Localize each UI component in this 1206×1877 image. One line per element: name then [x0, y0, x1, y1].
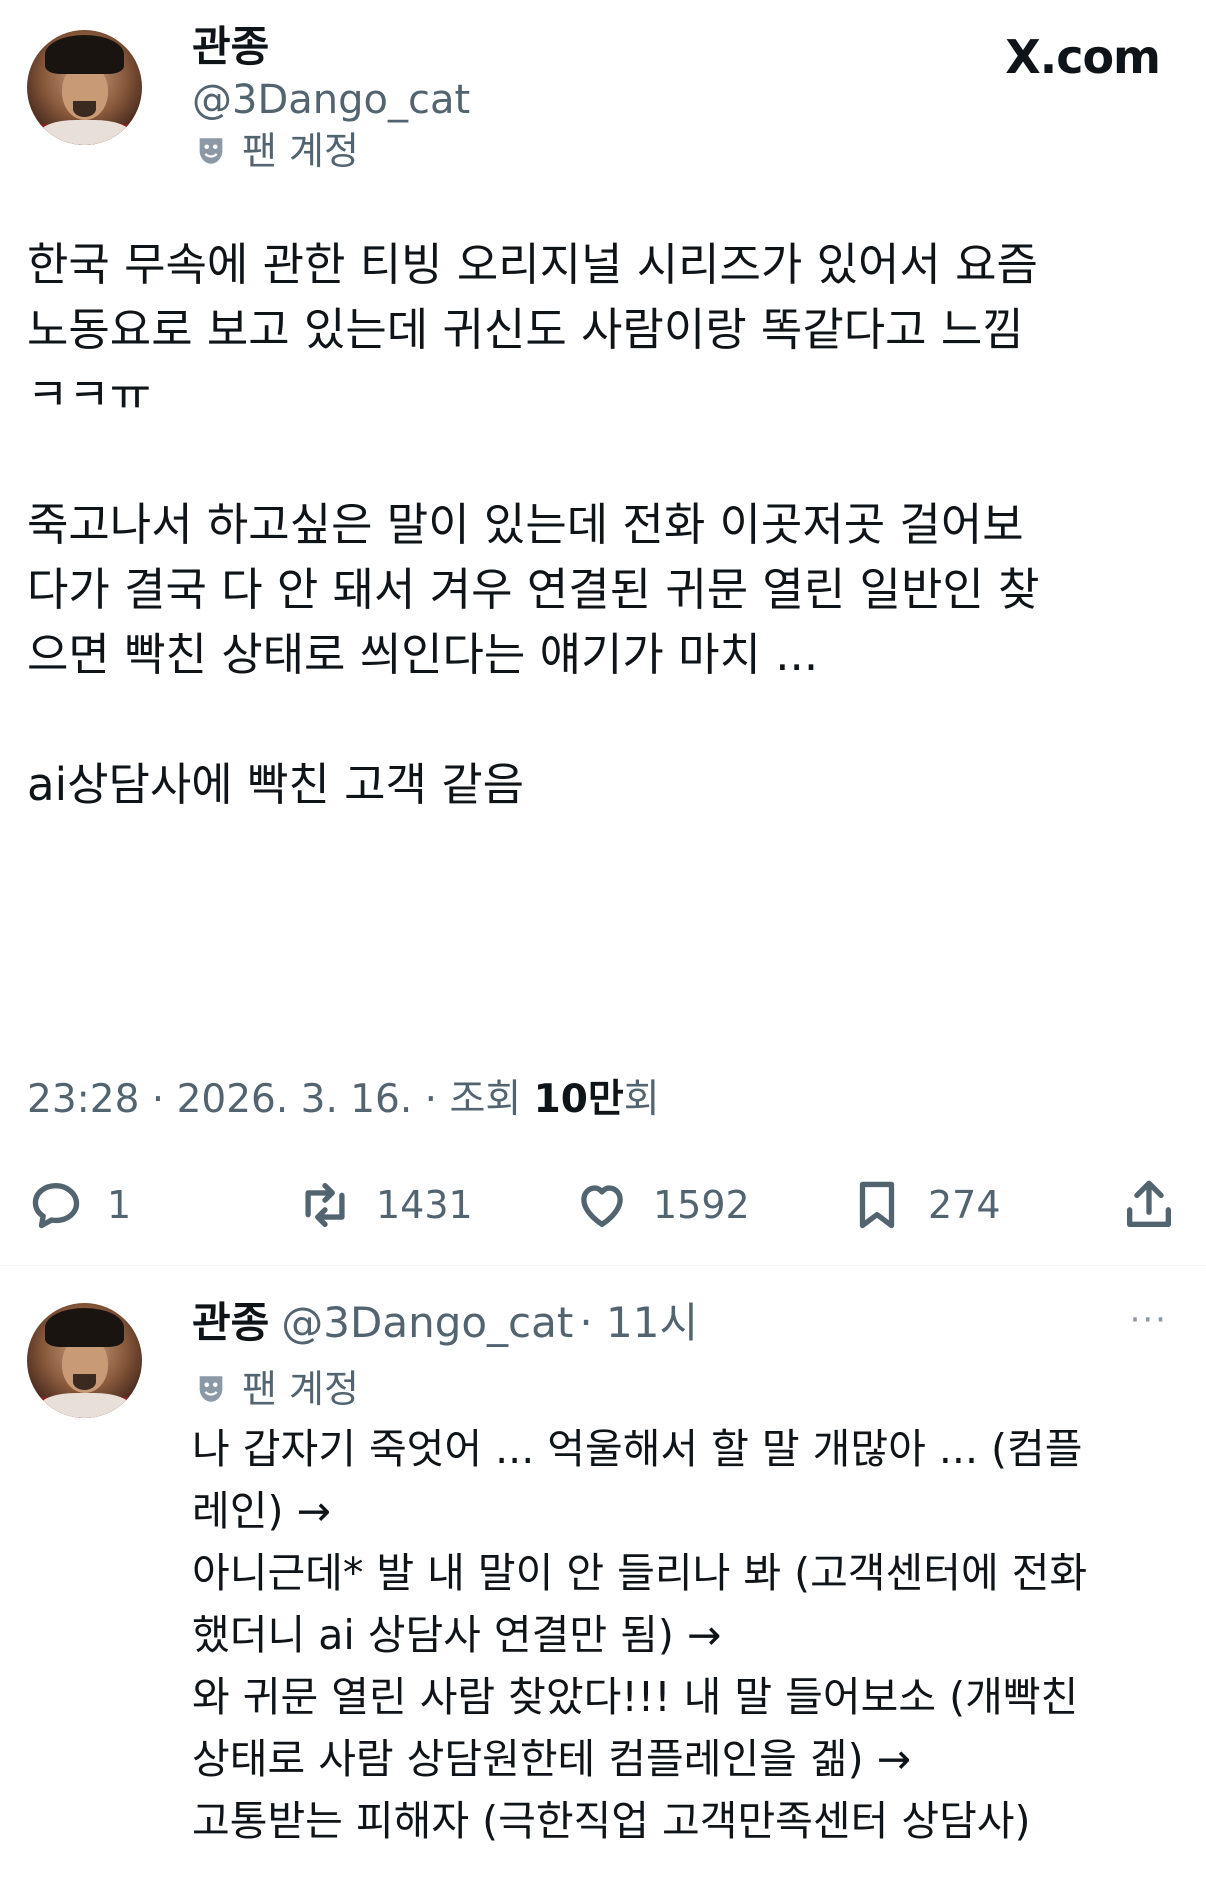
- reply-fan-account-label: 팬 계정: [242, 1367, 359, 1411]
- view-count: 10만: [533, 1077, 624, 1122]
- reply-text-line: 나 갑자기 죽엇어 ... 억울해서 할 말 개많아 ... (컴플: [192, 1425, 1083, 1473]
- bookmark-count: 274: [928, 1183, 1001, 1227]
- view-suffix: 회: [623, 1077, 660, 1122]
- like-button[interactable]: 1592: [573, 1170, 750, 1240]
- share-icon: [1127, 1180, 1171, 1227]
- divider: [0, 1265, 1206, 1266]
- author-avatar[interactable]: [27, 30, 142, 145]
- tweet-meta: 23:28 · 2026. 3. 16. · 조회 10만회: [27, 1080, 660, 1119]
- reply-button[interactable]: 1: [27, 1170, 131, 1240]
- reply-icon: [32, 1183, 80, 1229]
- retweet-icon: [305, 1183, 345, 1227]
- reply-header: 관종 @3Dango_cat · 11시: [192, 1302, 698, 1344]
- tweet-text-line: 다가 결국 다 안 돼서 겨우 연결된 귀문 열린 일반인 찾: [27, 563, 1040, 616]
- bookmark-button[interactable]: 274: [848, 1170, 1001, 1240]
- theater-mask-icon: [199, 1376, 223, 1402]
- author-handle[interactable]: @3Dango_cat: [192, 80, 470, 120]
- bookmark-icon: [859, 1181, 895, 1229]
- reply-author-avatar[interactable]: [27, 1303, 142, 1418]
- tweet-text-line: ㅋㅋㅠ: [27, 368, 152, 421]
- tweet-text-line: [27, 427, 1187, 492]
- tweet-text-line: 노동요로 보고 있는데 귀신도 사람이랑 똑같다고 느낌: [27, 303, 1024, 356]
- reply-text-line: 했더니 ai 상담사 연결만 됨) →: [192, 1611, 722, 1659]
- retweet-button[interactable]: 1431: [296, 1170, 473, 1240]
- share-button[interactable]: [1120, 1170, 1178, 1240]
- timestamp[interactable]: 23:28 · 2026. 3. 16. · 조회: [27, 1077, 534, 1122]
- tweet-body: 한국 무속에 관한 티빙 오리지널 시리즈가 있어서 요즘노동요로 보고 있는데…: [27, 232, 1187, 817]
- reply-time[interactable]: · 11시: [579, 1302, 698, 1344]
- fan-account-label: 팬 계정: [242, 129, 359, 173]
- tweet-text-line: ai상담사에 빡친 고객 같음: [27, 758, 524, 811]
- fan-account-badge: 팬 계정: [194, 132, 359, 170]
- site-label: X.com: [1005, 30, 1161, 84]
- reply-text-line: 레인) →: [192, 1487, 331, 1535]
- reply-author-name[interactable]: 관종: [192, 1302, 269, 1344]
- heart-icon: [581, 1185, 623, 1227]
- reply-fan-account-badge: 팬 계정: [194, 1370, 359, 1408]
- retweet-count: 1431: [376, 1183, 473, 1227]
- tweet-text-line: 으면 빡친 상태로 씌인다는 얘기가 마치 ...: [27, 628, 819, 681]
- reply-count: 1: [107, 1183, 132, 1227]
- reply-text-line: 고통받는 피해자 (극한직업 고객만족센터 상담사): [192, 1797, 1031, 1845]
- reply-body: 나 갑자기 죽엇어 ... 억울해서 할 말 개많아 ... (컴플레인) → 아…: [192, 1418, 1182, 1852]
- tweet-text-line: 죽고나서 하고싶은 말이 있는데 전화 이곳저곳 걸어보: [27, 498, 1024, 551]
- action-bar: 1 1431 1592 274: [0, 1170, 1206, 1240]
- more-options-icon[interactable]: ···: [1130, 1300, 1168, 1340]
- author-name[interactable]: 관종: [192, 26, 269, 68]
- tweet-text-line: 한국 무속에 관한 티빙 오리지널 시리즈가 있어서 요즘: [27, 238, 1038, 291]
- reply-text-line: 아니근데* 발 내 말이 안 들리나 봐 (고객센터에 전화: [192, 1549, 1088, 1597]
- reply-author-handle[interactable]: @3Dango_cat: [281, 1302, 573, 1344]
- tweet-text-line: [27, 687, 1187, 752]
- like-count: 1592: [653, 1183, 750, 1227]
- reply-text-line: 상태로 사람 상담원한테 컴플레인을 겖) →: [192, 1735, 912, 1783]
- theater-mask-icon: [199, 138, 223, 164]
- reply-text-line: 와 귀문 열린 사람 찾았다!!! 내 말 들어보소 (개빡친: [192, 1673, 1079, 1721]
